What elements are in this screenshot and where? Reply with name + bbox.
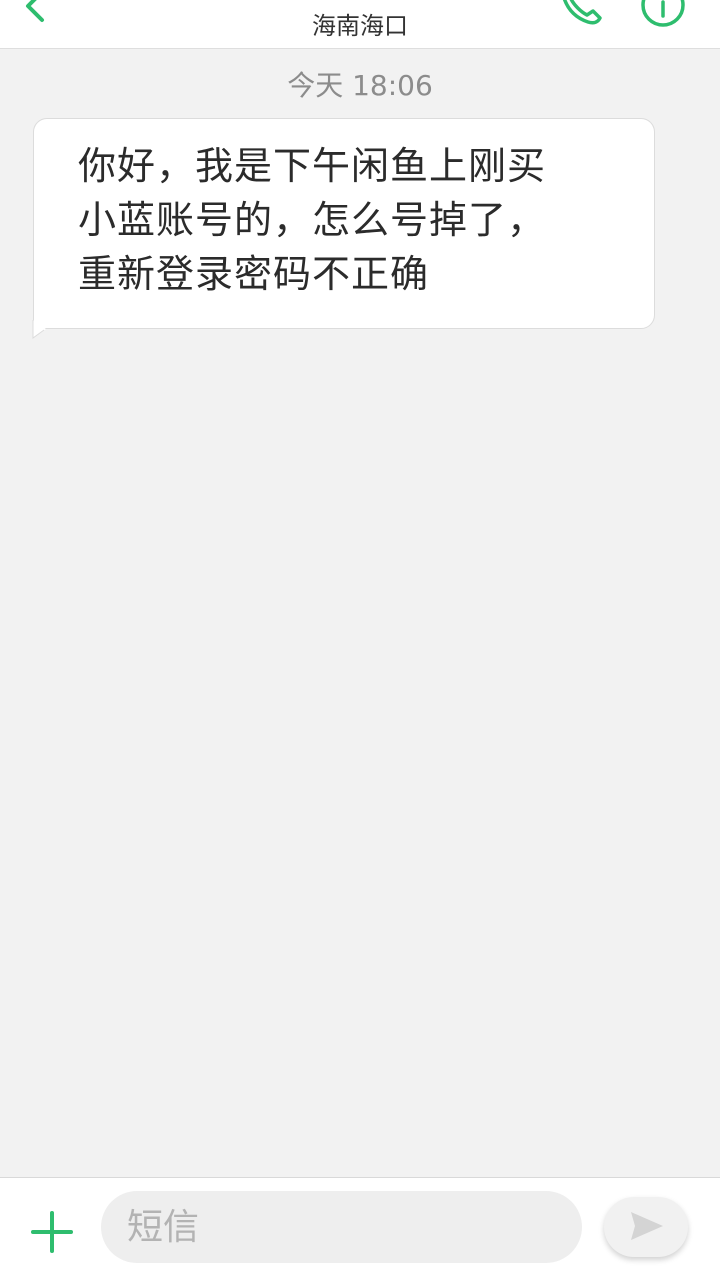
incoming-message-bubble[interactable]: 你好，我是下午闲鱼上刚买 小蓝账号的，怎么号掉了， 重新登录密码不正确 — [33, 118, 655, 329]
call-button[interactable] — [556, 0, 604, 28]
message-line: 小蓝账号的，怎么号掉了， — [78, 198, 547, 242]
send-icon — [631, 1212, 663, 1240]
message-line: 你好，我是下午闲鱼上刚买 — [78, 144, 547, 188]
app-header: 海南海口 — [0, 0, 720, 49]
info-button[interactable] — [640, 0, 686, 28]
message-timestamp: 今天 18:06 — [287, 69, 433, 102]
info-icon — [641, 0, 685, 27]
plus-icon — [31, 1211, 73, 1253]
attach-button[interactable] — [30, 1210, 74, 1254]
send-button[interactable] — [604, 1197, 688, 1257]
message-composer — [0, 1177, 720, 1277]
phone-icon — [562, 0, 602, 25]
sms-input[interactable] — [101, 1191, 582, 1263]
contact-title: 海南海口 — [312, 12, 408, 40]
message-line: 重新登录密码不正确 — [78, 252, 430, 296]
bubble-tail — [32, 320, 46, 339]
